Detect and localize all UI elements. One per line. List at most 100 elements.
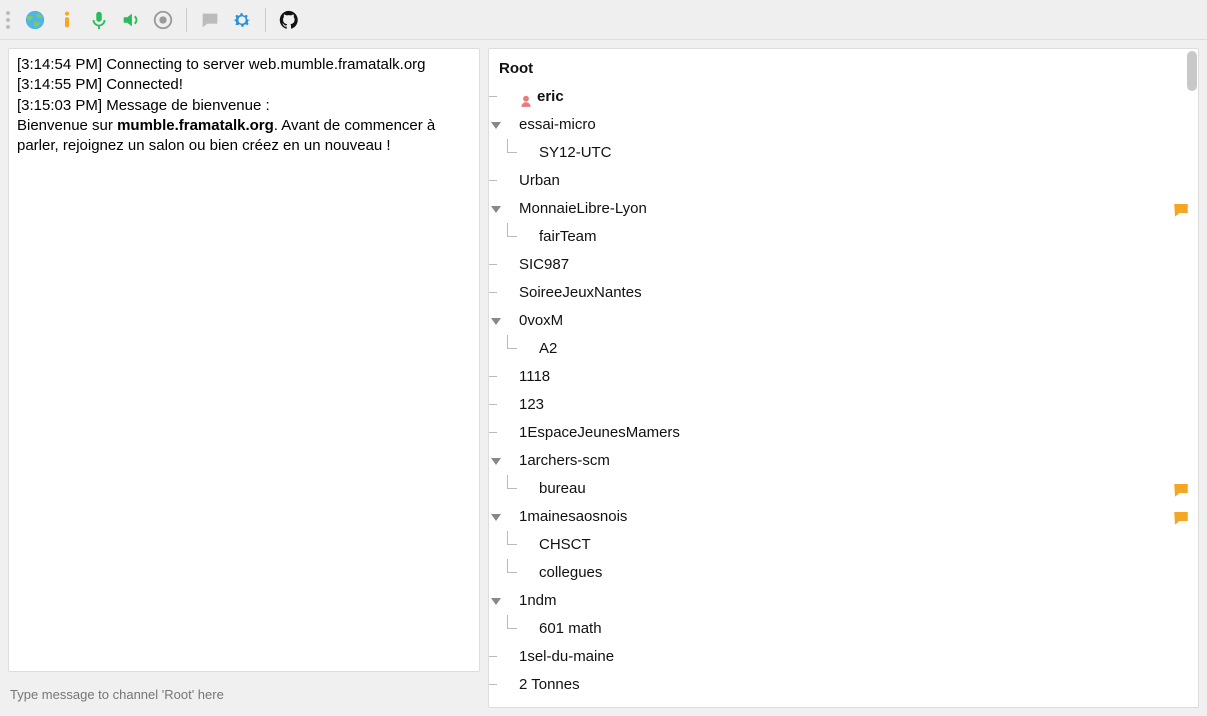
speaker-button[interactable]: [116, 5, 146, 35]
node-label: 1118: [519, 363, 1190, 391]
tree-connector: [488, 643, 497, 657]
tree-channel[interactable]: Urban: [493, 167, 1190, 195]
tree-connector: [488, 671, 497, 685]
tree-channel[interactable]: bureau: [493, 475, 1190, 503]
tree-channel[interactable]: SIC987: [493, 251, 1190, 279]
comment-badge-icon: [1172, 509, 1190, 525]
tree-channel[interactable]: CHSCT: [493, 531, 1190, 559]
toolbar: [0, 0, 1207, 40]
toolbar-divider: [265, 8, 266, 32]
mic-button[interactable]: [84, 5, 114, 35]
comment-badge-icon: [1172, 201, 1190, 217]
tree-channel[interactable]: 1EspaceJeunesMamers: [493, 419, 1190, 447]
tree-channel[interactable]: fairTeam: [493, 223, 1190, 251]
node-label: essai-micro: [519, 111, 1190, 139]
github-button[interactable]: [274, 5, 304, 35]
node-label: 123: [519, 391, 1190, 419]
tree-connector: [488, 419, 497, 433]
node-label: eric: [537, 83, 1190, 111]
channel-tree-pane[interactable]: Rootericessai-microSY12-UTCUrbanMonnaieL…: [488, 48, 1199, 708]
node-label: bureau: [539, 475, 1166, 503]
tree-channel[interactable]: 1sel-du-maine: [493, 643, 1190, 671]
log-line: [3:14:55 PM] Connected!: [17, 75, 471, 95]
tree-channel[interactable]: Root: [493, 55, 1190, 83]
log-line: [3:15:03 PM] Message de bienvenue :: [17, 96, 471, 116]
speaker-icon: [120, 9, 142, 31]
globe-icon: [24, 9, 46, 31]
tree-channel[interactable]: SoireeJeuxNantes: [493, 279, 1190, 307]
left-pane: [3:14:54 PM] Connecting to server web.mu…: [8, 48, 480, 708]
node-label: 0voxM: [519, 307, 1190, 335]
tree-channel[interactable]: 1mainesaosnois: [493, 503, 1190, 531]
node-label: SY12-UTC: [539, 139, 1190, 167]
comment-badge-icon: [1172, 481, 1190, 497]
node-label: SoireeJeuxNantes: [519, 279, 1190, 307]
channel-tree: Rootericessai-microSY12-UTCUrbanMonnaieL…: [489, 49, 1198, 705]
log-line: [3:14:54 PM] Connecting to server web.mu…: [17, 55, 471, 75]
tree-channel[interactable]: 1ndm: [493, 587, 1190, 615]
tree-channel[interactable]: MonnaieLibre-Lyon: [493, 195, 1190, 223]
tree-connector: [507, 139, 517, 153]
node-label: 1sel-du-maine: [519, 643, 1190, 671]
node-label: fairTeam: [539, 223, 1190, 251]
settings-button[interactable]: [227, 5, 257, 35]
tree-channel[interactable]: collegues: [493, 559, 1190, 587]
info-button[interactable]: [52, 5, 82, 35]
caret-icon[interactable]: [491, 458, 501, 465]
tree-channel[interactable]: 1archers-scm: [493, 447, 1190, 475]
tree-channel[interactable]: 2 Tonnes: [493, 671, 1190, 699]
tree-channel[interactable]: SY12-UTC: [493, 139, 1190, 167]
tree-connector: [507, 531, 517, 545]
tree-connector: [488, 279, 497, 293]
chat-icon: [199, 9, 221, 31]
grip-icon: [6, 11, 14, 29]
node-label: Root: [499, 55, 1190, 83]
node-label: MonnaieLibre-Lyon: [519, 195, 1166, 223]
tree-channel[interactable]: 0voxM: [493, 307, 1190, 335]
node-label: CHSCT: [539, 531, 1190, 559]
caret-icon[interactable]: [491, 514, 501, 521]
toolbar-divider: [186, 8, 187, 32]
tree-connector: [488, 363, 497, 377]
user-icon: [519, 90, 533, 104]
tree-channel[interactable]: 1118: [493, 363, 1190, 391]
mic-icon: [88, 9, 110, 31]
main-area: [3:14:54 PM] Connecting to server web.mu…: [0, 40, 1207, 716]
tree-connector: [488, 167, 497, 181]
caret-icon[interactable]: [491, 206, 501, 213]
tree-channel[interactable]: essai-micro: [493, 111, 1190, 139]
node-label: 1EspaceJeunesMamers: [519, 419, 1190, 447]
tree-channel[interactable]: A2: [493, 335, 1190, 363]
tree-connector: [507, 615, 517, 629]
info-icon: [56, 9, 78, 31]
chat-button[interactable]: [195, 5, 225, 35]
welcome-message: Bienvenue sur mumble.framatalk.org. Avan…: [17, 116, 471, 157]
record-icon: [152, 9, 174, 31]
node-label: Urban: [519, 167, 1190, 195]
github-icon: [278, 9, 300, 31]
node-label: SIC987: [519, 251, 1190, 279]
tree-connector: [488, 251, 497, 265]
tree-connector: [507, 559, 517, 573]
node-label: collegues: [539, 559, 1190, 587]
node-label: 1mainesaosnois: [519, 503, 1166, 531]
tree-connector: [507, 335, 517, 349]
caret-icon[interactable]: [491, 598, 501, 605]
message-input[interactable]: [8, 680, 480, 708]
tree-user[interactable]: eric: [493, 83, 1190, 111]
tree-channel[interactable]: 601 math: [493, 615, 1190, 643]
node-label: A2: [539, 335, 1190, 363]
tree-channel[interactable]: 123: [493, 391, 1190, 419]
message-log: [3:14:54 PM] Connecting to server web.mu…: [8, 48, 480, 672]
caret-icon[interactable]: [491, 122, 501, 129]
tree-connector: [507, 223, 517, 237]
connect-button[interactable]: [20, 5, 50, 35]
record-button[interactable]: [148, 5, 178, 35]
tree-connector: [488, 83, 497, 97]
node-label: 2 Tonnes: [519, 671, 1190, 699]
tree-connector: [488, 391, 497, 405]
gear-icon: [231, 9, 253, 31]
tree-connector: [507, 475, 517, 489]
message-input-wrap: [8, 680, 480, 708]
caret-icon[interactable]: [491, 318, 501, 325]
